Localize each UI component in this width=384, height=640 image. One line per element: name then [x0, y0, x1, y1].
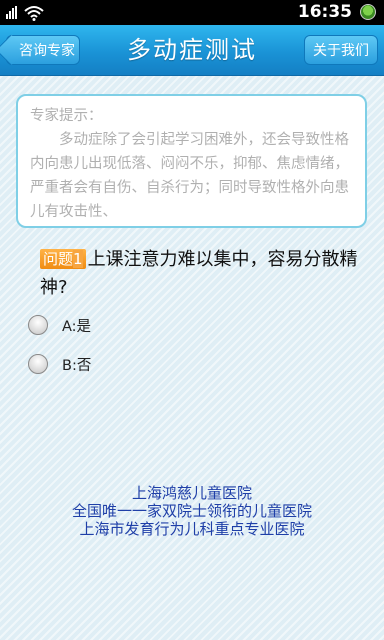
consult-expert-label: 咨询专家	[19, 43, 75, 59]
question-block: 问题1 上课注意力难以集中，容易分散精神?	[40, 246, 360, 302]
footer-line-1: 上海鸿慈儿童医院	[131, 484, 252, 502]
option-b[interactable]: B:否	[28, 352, 91, 376]
option-a[interactable]: A:是	[28, 313, 91, 337]
footer-line-3: 上海市发育行为儿科重点专业医院	[79, 520, 305, 538]
question-badge: 问题1	[40, 249, 86, 269]
consult-expert-button[interactable]: 咨询专家	[0, 34, 80, 66]
expert-tip-box: 专家提示： 多动症除了会引起学习困难外，还会导致性格内向患儿出现低落、闷闷不乐，…	[16, 94, 367, 228]
about-us-button[interactable]: 关于我们	[304, 35, 378, 65]
question-number: 1	[73, 250, 83, 268]
option-b-label: B:否	[62, 357, 92, 374]
radio-button-b[interactable]	[28, 354, 48, 374]
wifi-icon	[24, 6, 44, 21]
question-badge-prefix: 问题	[43, 250, 74, 268]
page-title: 多动症测试	[127, 36, 257, 64]
tip-body: 多动症除了会引起学习困难外，还会导致性格内向患儿出现低落、闷闷不乐，抑郁、焦虑情…	[30, 132, 349, 220]
question-text: 上课注意力难以集中，容易分散精神?	[40, 249, 358, 298]
clock-time: 16:35	[297, 2, 352, 22]
radio-button-a[interactable]	[28, 315, 48, 335]
signal-icon	[6, 6, 18, 19]
title-bar: 咨询专家 多动症测试 关于我们	[0, 25, 384, 76]
battery-icon	[360, 4, 376, 20]
status-bar: 16:35	[0, 0, 384, 25]
option-a-label: A:是	[62, 318, 92, 335]
footer-line-2: 全国唯一一家双院士领衔的儿童医院	[71, 502, 312, 520]
tip-heading: 专家提示：	[30, 108, 103, 124]
hospital-footer: 上海鸿慈儿童医院 全国唯一一家双院士领衔的儿童医院 上海市发育行为儿科重点专业医…	[0, 484, 384, 538]
